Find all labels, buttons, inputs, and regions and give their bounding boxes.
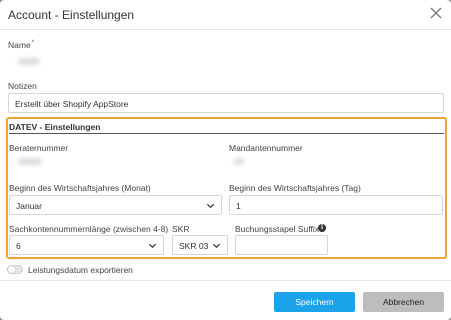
info-icon[interactable]: i: [318, 224, 326, 232]
notizen-input[interactable]: Erstellt über Shopify AppStore: [8, 93, 444, 113]
skr-value: SKR 03: [179, 241, 209, 251]
chevron-down-icon: [212, 243, 221, 249]
wj-monat-value: Januar: [16, 201, 42, 211]
datev-section-title: DATEV - Einstellungen: [9, 122, 101, 132]
wj-monat-label: Beginn des Wirtschaftsjahres (Monat): [9, 183, 151, 193]
skr-select[interactable]: SKR 03: [172, 235, 228, 255]
wj-tag-input[interactable]: 1: [229, 195, 443, 215]
name-label: Name*: [8, 40, 35, 50]
sachkonten-label: Sachkontennummernlänge (zwischen 4-8): [9, 224, 169, 234]
leistungsdatum-toggle[interactable]: [7, 265, 23, 274]
account-settings-dialog: Account - Einstellungen Name* Notizen Er…: [0, 0, 451, 320]
required-marker: *: [31, 40, 35, 47]
skr-label: SKR: [172, 224, 190, 234]
chevron-down-icon: [206, 203, 215, 209]
beraternummer-value-redacted: [18, 158, 42, 165]
footer-divider: [0, 280, 451, 281]
leistungsdatum-label: Leistungsdatum exportieren: [28, 265, 133, 275]
name-value-redacted: [18, 58, 40, 65]
sachkonten-select[interactable]: 6: [9, 235, 164, 255]
dialog-header: Account - Einstellungen: [0, 0, 451, 30]
mandantennummer-value-redacted: [234, 158, 244, 165]
dialog-title: Account - Einstellungen: [8, 8, 135, 22]
wj-monat-select[interactable]: Januar: [9, 195, 222, 215]
section-divider: [9, 133, 444, 134]
mandantennummer-label: Mandantennummer: [229, 143, 303, 153]
notizen-label: Notizen: [8, 81, 37, 91]
wj-tag-label: Beginn des Wirtschaftsjahres (Tag): [229, 183, 361, 193]
chevron-down-icon: [148, 243, 157, 249]
sachkonten-value: 6: [16, 241, 21, 251]
suffix-input[interactable]: [235, 235, 328, 255]
close-icon[interactable]: [429, 6, 443, 20]
beraternummer-label: Beraternummer: [9, 143, 69, 153]
cancel-button[interactable]: Abbrechen: [363, 292, 444, 312]
toggle-knob: [8, 266, 15, 273]
save-button[interactable]: Speichern: [274, 292, 355, 312]
suffix-label: Buchungsstapel Suffix: [235, 224, 319, 234]
